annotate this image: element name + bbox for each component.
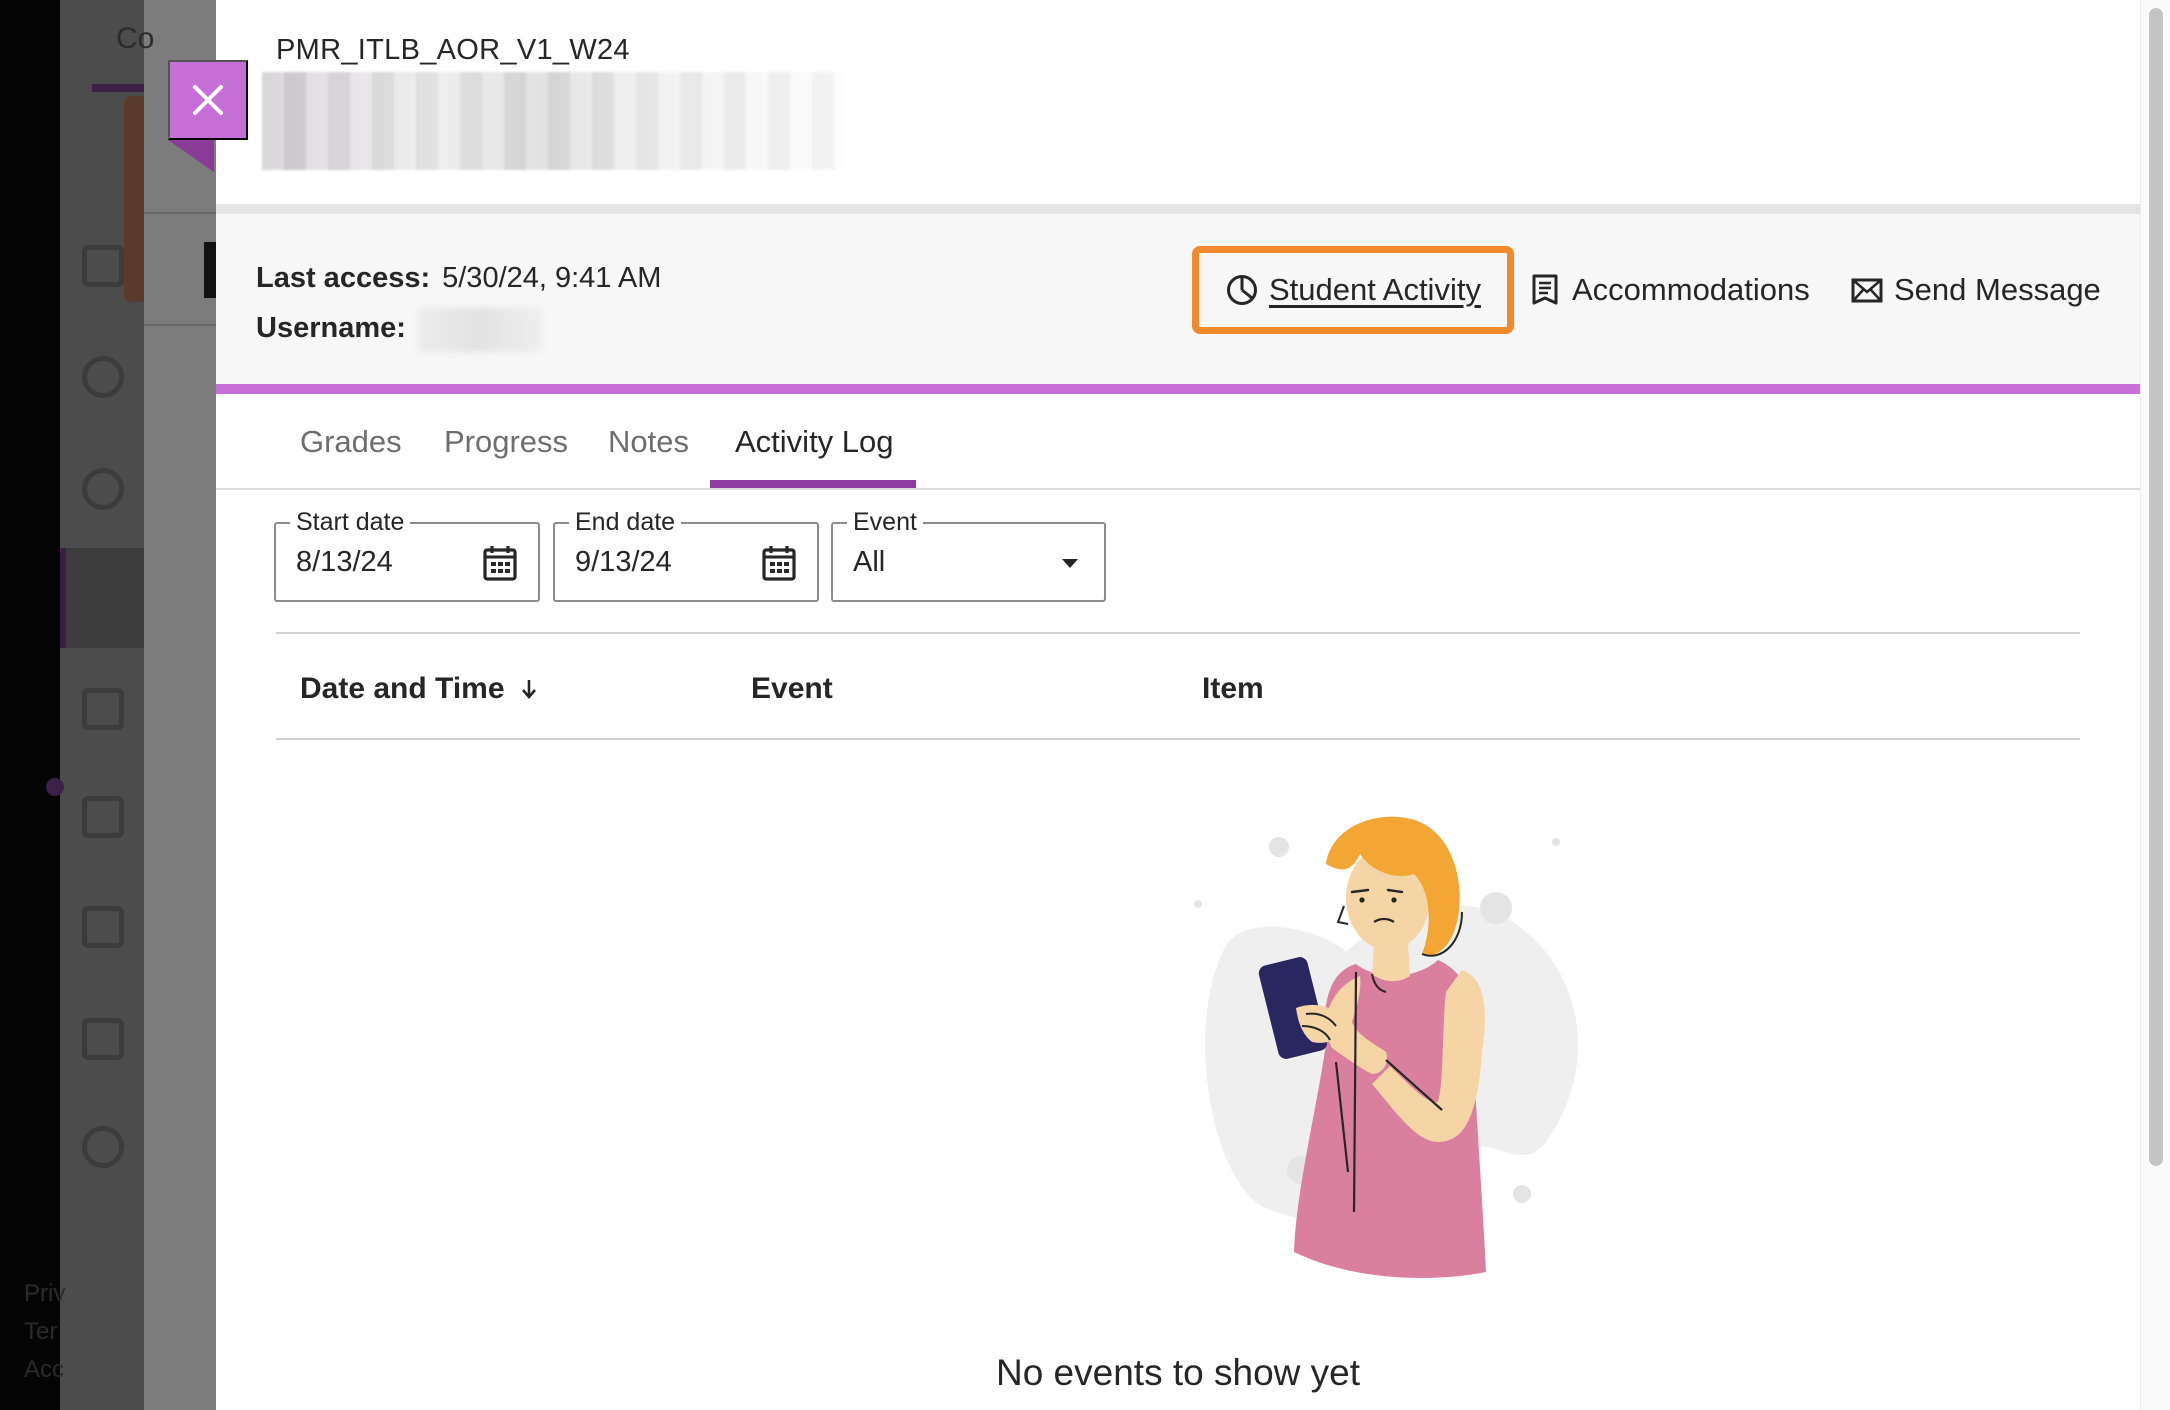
mail-icon [1851,278,1883,303]
close-panel-button[interactable] [168,60,248,140]
tab-progress[interactable]: Progress [444,424,568,460]
footer-accessibility-link: Acc [24,1356,65,1383]
column-header-event: Event [751,672,833,705]
username-redacted [417,308,542,352]
username-label: Username: [256,312,406,344]
background-tab-underline [92,84,144,92]
calendar-icon [82,688,124,730]
student-name-redacted [262,72,842,170]
close-button-tab-fold [168,140,214,172]
end-date-field[interactable]: End date 9/13/24 [553,508,819,602]
last-access-label: Last access: [256,262,431,294]
table-top-border [276,632,2080,634]
empty-state-illustration [1194,816,1579,1278]
background-divider [144,212,216,214]
background-nav-active-item [60,548,144,648]
end-date-label: End date [569,508,682,537]
accommodations-icon [1532,274,1558,305]
institution-icon [82,245,124,287]
username-row: Username: [256,308,542,352]
background-banner [124,96,144,302]
edit-icon [82,1018,124,1060]
grades-icon [82,906,124,948]
start-date-label: Start date [290,508,411,537]
student-tabs: Grades Progress Notes Activity Log [216,394,2140,490]
background-divider [144,324,216,326]
background-app-rail [0,0,60,1410]
student-activity-label: Student Activity [1269,272,1481,307]
footer-terms-link: Ter [24,1318,58,1345]
student-activity-button[interactable]: Student Activity [1192,246,1514,334]
column-header-date-time[interactable]: Date and Time [300,672,537,706]
send-message-label: Send Message [1894,272,2101,307]
background-tab-text: Co [116,22,155,55]
empty-state-message: No events to show yet [995,1352,1361,1393]
accent-bar [216,384,2140,394]
header-divider [216,204,2140,214]
calendar-icon[interactable] [482,544,518,582]
event-select[interactable]: Event All [831,508,1106,602]
active-tab-indicator [710,480,916,488]
activity-chart-icon [1227,275,1257,305]
accommodations-button[interactable]: Accommodations [1528,272,1810,308]
scrollbar-thumb[interactable] [2149,8,2163,1166]
student-info-bar: Last access: 5/30/24, 9:41 AM Username: … [216,214,2140,384]
tab-notes[interactable]: Notes [608,424,689,460]
chevron-down-icon [1062,559,1078,568]
student-details-panel: PMR_ITLB_AOR_V1_W24 Last access: 5/30/24… [216,0,2170,1410]
close-icon [193,85,223,115]
last-access-row: Last access: 5/30/24, 9:41 AM [256,262,661,295]
send-message-button[interactable]: Send Message [1850,272,2101,308]
notification-badge [46,778,64,796]
event-label: Event [847,508,923,537]
sort-descending-icon [521,680,536,699]
sign-out-icon [82,1126,124,1168]
panel-header: PMR_ITLB_AOR_V1_W24 [216,0,2140,204]
mail-icon [82,796,124,838]
start-date-value: 8/13/24 [296,546,393,578]
calendar-icon[interactable] [761,544,797,582]
event-value: All [853,546,886,578]
accommodations-label: Accommodations [1572,272,1810,307]
start-date-field[interactable]: Start date 8/13/24 [274,508,540,602]
table-header-border [276,738,2080,740]
footer-privacy-link: Priv [24,1280,66,1307]
globe-icon [82,468,124,510]
column-header-item: Item [1202,672,1264,705]
date-time-header-label: Date and Time [300,672,505,705]
last-access-value: 5/30/24, 9:41 AM [442,262,662,294]
tab-activity-log[interactable]: Activity Log [735,424,894,460]
course-code: PMR_ITLB_AOR_V1_W24 [276,34,630,66]
panel-scrollbar[interactable] [2140,0,2170,1410]
background-button [204,242,216,298]
profile-icon [82,356,124,398]
end-date-value: 9/13/24 [575,546,672,578]
tab-grades[interactable]: Grades [300,424,402,460]
